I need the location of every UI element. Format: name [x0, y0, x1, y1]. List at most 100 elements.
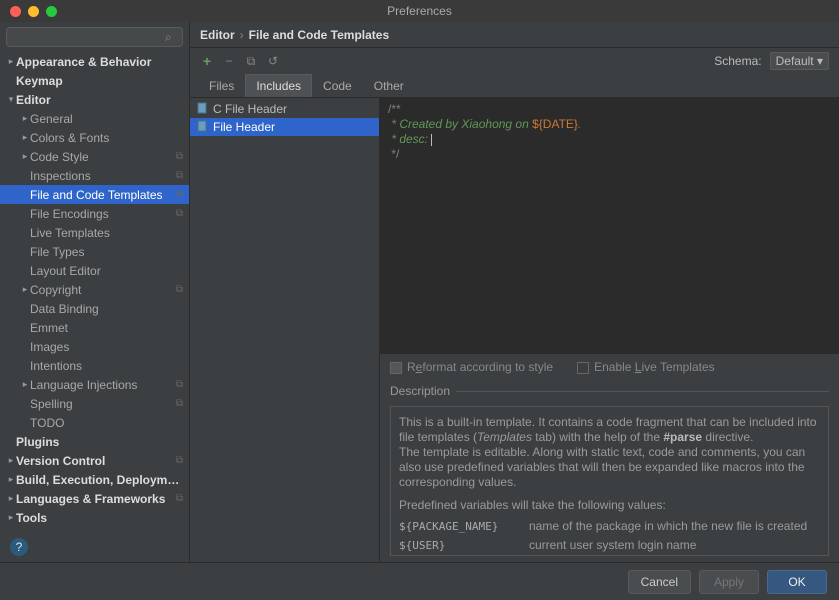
expand-arrow-icon: ▸: [6, 56, 16, 67]
toolbar: + − ⧉ ↺ Schema: Default ▾: [190, 48, 839, 74]
add-template-icon[interactable]: +: [200, 54, 214, 68]
sidebar-item[interactable]: Layout Editor: [0, 261, 189, 280]
description-label: Description: [380, 380, 839, 400]
sidebar-item-label: Copyright: [30, 283, 176, 297]
sidebar-item[interactable]: ▸Code Style⧉: [0, 147, 189, 166]
expand-arrow-icon: ▸: [6, 512, 16, 523]
schema-label: Schema:: [714, 54, 761, 68]
window-title: Preferences: [0, 4, 839, 18]
breadcrumb-leaf: File and Code Templates: [249, 28, 389, 42]
sidebar-item[interactable]: Inspections⧉: [0, 166, 189, 185]
sidebar-item[interactable]: Keymap: [0, 71, 189, 90]
breadcrumb-root: Editor: [200, 28, 235, 42]
reformat-checkbox[interactable]: Reformat according to style: [390, 360, 553, 374]
sidebar-item[interactable]: ▸Appearance & Behavior: [0, 52, 189, 71]
search-input[interactable]: [6, 27, 183, 47]
search-icon: ⌕: [165, 30, 172, 45]
ok-button[interactable]: OK: [767, 570, 827, 594]
schema-select[interactable]: Default ▾: [770, 52, 829, 70]
tab[interactable]: Other: [363, 74, 415, 97]
sidebar-item[interactable]: Intentions: [0, 356, 189, 375]
help-button[interactable]: ?: [10, 538, 28, 556]
titlebar: Preferences: [0, 0, 839, 22]
file-icon: [196, 120, 208, 135]
sidebar-item[interactable]: TODO: [0, 413, 189, 432]
sidebar-item[interactable]: ▸Language Injections⧉: [0, 375, 189, 394]
variable-row: ${PACKAGE_NAME}name of the package in wh…: [399, 519, 820, 534]
enable-live-templates-checkbox[interactable]: Enable Live Templates: [577, 360, 715, 374]
sidebar-item-label: Code Style: [30, 150, 176, 164]
sidebar-item[interactable]: ▸General: [0, 109, 189, 128]
expand-arrow-icon: ▸: [6, 493, 16, 504]
cancel-button[interactable]: Cancel: [628, 570, 691, 594]
sidebar-item-label: Plugins: [16, 435, 183, 449]
expand-arrow-icon: ▸: [6, 474, 16, 485]
sidebar-item[interactable]: File Types: [0, 242, 189, 261]
sidebar-item-label: File Encodings: [30, 207, 176, 221]
template-item-label: C File Header: [213, 102, 287, 116]
project-scope-icon: ⧉: [176, 455, 183, 466]
variable-key: ${USER}: [399, 538, 529, 553]
sidebar-item-label: Live Templates: [30, 226, 183, 240]
sidebar-item[interactable]: Data Binding: [0, 299, 189, 318]
sidebar-item[interactable]: Plugins: [0, 432, 189, 451]
project-scope-icon: ⧉: [176, 493, 183, 504]
settings-tree[interactable]: ▸Appearance & BehaviorKeymap▾Editor▸Gene…: [0, 52, 189, 532]
dialog-buttons: Cancel Apply OK: [0, 562, 839, 600]
project-scope-icon: ⧉: [176, 379, 183, 390]
editor-pane: /** * Created by Xiaohong on ${DATE}. * …: [380, 98, 839, 562]
variable-key: ${PACKAGE_NAME}: [399, 519, 529, 534]
expand-arrow-icon: ▸: [20, 132, 30, 143]
project-scope-icon: ⧉: [176, 170, 183, 181]
expand-arrow-icon: ▸: [20, 151, 30, 162]
template-list-item[interactable]: C File Header: [190, 100, 379, 118]
sidebar-item[interactable]: Images: [0, 337, 189, 356]
description-text: This is a built-in template. It contains…: [390, 406, 829, 556]
sidebar-item-label: Colors & Fonts: [30, 131, 183, 145]
main-pane: Editor › File and Code Templates + − ⧉ ↺…: [190, 22, 839, 562]
apply-button[interactable]: Apply: [699, 570, 759, 594]
template-list-item[interactable]: File Header: [190, 118, 379, 136]
sidebar-item-label: Images: [30, 340, 183, 354]
sidebar-item[interactable]: ▸Tools: [0, 508, 189, 527]
sidebar-item-label: General: [30, 112, 183, 126]
file-icon: [196, 102, 208, 117]
expand-arrow-icon: ▾: [6, 94, 16, 105]
sidebar-item-label: Data Binding: [30, 302, 183, 316]
copy-template-icon[interactable]: ⧉: [244, 54, 258, 68]
code-editor[interactable]: /** * Created by Xiaohong on ${DATE}. * …: [380, 98, 839, 353]
sidebar-item-label: File and Code Templates: [30, 188, 176, 202]
sidebar-item-label: Inspections: [30, 169, 176, 183]
project-scope-icon: ⧉: [176, 189, 183, 200]
text-caret: [431, 134, 432, 146]
sidebar-item[interactable]: ▸Version Control⧉: [0, 451, 189, 470]
sidebar-item-label: Build, Execution, Deployment: [16, 473, 183, 487]
remove-template-icon[interactable]: −: [222, 54, 236, 68]
sidebar-item[interactable]: File Encodings⧉: [0, 204, 189, 223]
reset-template-icon[interactable]: ↺: [266, 54, 280, 68]
tabs: FilesIncludesCodeOther: [190, 74, 839, 98]
tab[interactable]: Includes: [245, 74, 312, 97]
sidebar-item-label: Layout Editor: [30, 264, 183, 278]
variable-desc: name of the package in which the new fil…: [529, 519, 807, 534]
sidebar-item[interactable]: Spelling⧉: [0, 394, 189, 413]
sidebar-item[interactable]: ▸Languages & Frameworks⧉: [0, 489, 189, 508]
sidebar-item[interactable]: ▸Build, Execution, Deployment: [0, 470, 189, 489]
breadcrumb-separator-icon: ›: [240, 28, 244, 42]
template-list[interactable]: C File Header File Header: [190, 98, 380, 562]
variable-row: ${USER}current user system login name: [399, 538, 820, 553]
sidebar-item[interactable]: Emmet: [0, 318, 189, 337]
expand-arrow-icon: ▸: [20, 379, 30, 390]
project-scope-icon: ⧉: [176, 208, 183, 219]
project-scope-icon: ⧉: [176, 284, 183, 295]
sidebar-item[interactable]: Live Templates: [0, 223, 189, 242]
sidebar-item[interactable]: ▾Editor: [0, 90, 189, 109]
sidebar-item-label: Version Control: [16, 454, 176, 468]
sidebar-item[interactable]: File and Code Templates⧉: [0, 185, 189, 204]
sidebar-item[interactable]: ▸Colors & Fonts: [0, 128, 189, 147]
tab[interactable]: Files: [198, 74, 245, 97]
expand-arrow-icon: ▸: [6, 455, 16, 466]
tab[interactable]: Code: [312, 74, 363, 97]
sidebar-item-label: Emmet: [30, 321, 183, 335]
sidebar-item[interactable]: ▸Copyright⧉: [0, 280, 189, 299]
